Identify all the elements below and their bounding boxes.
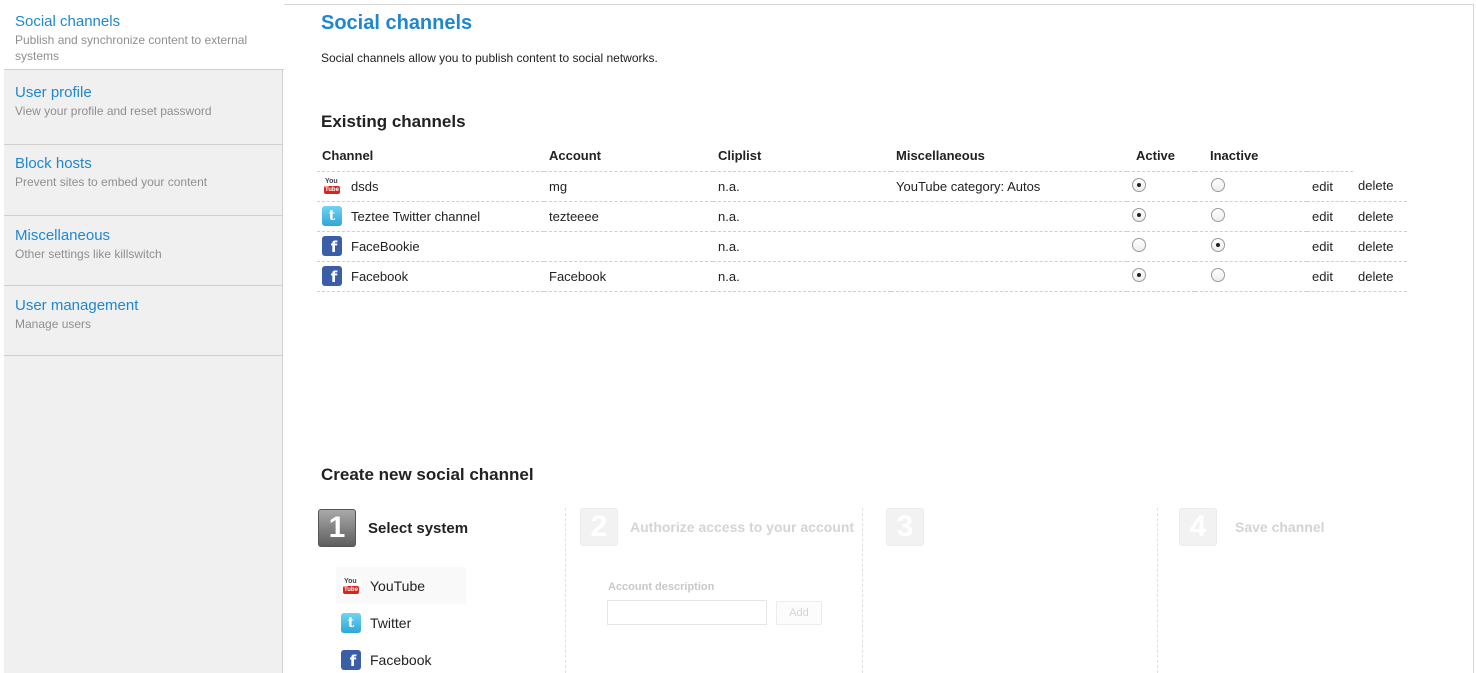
sidebar-item-title: Social channels [15, 13, 121, 30]
system-list: You Tube YouTube t Twitter f Facebook [336, 567, 466, 673]
system-option-youtube[interactable]: You Tube YouTube [336, 567, 466, 604]
sidebar-item-title: User profile [15, 84, 92, 101]
column-header: Miscellaneous [891, 140, 1127, 172]
step-3: 3 [886, 508, 936, 546]
misc-cell: YouTube category: Autos [891, 171, 1127, 202]
step-divider [565, 508, 566, 673]
edit-link[interactable]: edit [1312, 269, 1333, 284]
system-option-facebook[interactable]: f Facebook [336, 641, 466, 673]
cliplist-cell: n.a. [713, 231, 891, 262]
channel-name: FaceBookie [351, 238, 420, 254]
youtube-icon: You Tube [322, 176, 342, 196]
facebook-icon: f [341, 649, 361, 670]
account-cell [544, 231, 713, 262]
sidebar-item-desc: Publish and synchronize content to exter… [15, 33, 248, 63]
system-label: YouTube [370, 577, 426, 594]
column-header: Inactive [1195, 140, 1307, 172]
inactive-radio[interactable] [1211, 237, 1225, 252]
step-label: Authorize access to your account [630, 519, 855, 535]
step-label: Save channel [1235, 519, 1325, 535]
add-button[interactable]: Add [776, 601, 822, 625]
sidebar-item-user-management[interactable]: User management Manage users [4, 286, 283, 356]
active-radio[interactable] [1132, 267, 1146, 282]
cliplist-cell: n.a. [713, 171, 891, 202]
step-divider [1157, 508, 1158, 673]
column-header-empty [1353, 140, 1407, 171]
column-header: Channel [317, 140, 544, 172]
youtube-icon: You Tube [341, 575, 361, 596]
cliplist-cell: n.a. [713, 261, 891, 292]
sidebar-item-title: User management [15, 297, 139, 314]
misc-cell [891, 261, 1127, 292]
step-select-system: 1 Select system [318, 509, 468, 547]
table-header-row: Channel Account Cliplist Miscellaneous A… [317, 140, 1407, 172]
system-label: Twitter [370, 614, 412, 631]
sidebar-item-desc: Other settings like killswitch [15, 247, 162, 261]
channels-table: Channel Account Cliplist Miscellaneous A… [317, 140, 1407, 292]
sidebar: Social channels Publish and synchronize … [4, 4, 284, 673]
column-header: Cliplist [713, 140, 891, 172]
table-row: f Facebook Facebook n.a. edit delete [317, 261, 1407, 292]
edit-link[interactable]: edit [1312, 239, 1333, 254]
misc-cell [891, 231, 1127, 262]
delete-link[interactable]: delete [1358, 178, 1393, 193]
active-radio[interactable] [1132, 207, 1146, 222]
inactive-radio[interactable] [1211, 267, 1225, 282]
create-channel-heading: Create new social channel [321, 465, 534, 484]
column-header-empty [1307, 140, 1353, 172]
sidebar-item-desc: View your profile and reset password [15, 104, 212, 118]
account-cell: Facebook [544, 261, 713, 292]
facebook-icon: f [322, 236, 342, 256]
account-cell: mg [544, 171, 713, 202]
column-header: Account [544, 140, 713, 172]
step-number: 3 [886, 508, 924, 546]
inactive-radio[interactable] [1211, 177, 1225, 192]
channel-name: Teztee Twitter channel [351, 208, 481, 224]
existing-channels-heading: Existing channels [321, 112, 466, 131]
channel-name: dsds [351, 178, 379, 194]
misc-cell [891, 201, 1127, 232]
sidebar-item-desc: Prevent sites to embed your content [15, 175, 208, 189]
channel-name: Facebook [351, 268, 409, 284]
sidebar-item-social-channels[interactable]: Social channels Publish and synchronize … [4, 4, 284, 70]
page-title: Social channels [321, 12, 473, 34]
sidebar-item-miscellaneous[interactable]: Miscellaneous Other settings like killsw… [4, 216, 283, 286]
column-header: Active [1127, 140, 1195, 172]
account-description-label: Account description [608, 581, 715, 593]
active-radio[interactable] [1132, 237, 1146, 252]
twitter-icon: t [341, 612, 361, 633]
account-description-input[interactable] [607, 600, 767, 625]
delete-link[interactable]: delete [1358, 269, 1393, 284]
step-label: Select system [368, 519, 469, 537]
cliplist-cell: n.a. [713, 201, 891, 232]
system-option-twitter[interactable]: t Twitter [336, 604, 466, 641]
step-number: 1 [318, 509, 356, 547]
sidebar-item-title: Miscellaneous [15, 227, 111, 244]
sidebar-item-user-profile[interactable]: User profile View your profile and reset… [4, 70, 283, 145]
account-cell: tezteeee [544, 201, 713, 232]
inactive-radio[interactable] [1211, 207, 1225, 222]
table-row: t Teztee Twitter channel tezteeee n.a. ed… [317, 201, 1407, 232]
system-label: Facebook [370, 651, 432, 668]
table-row: You Tube dsds mg n.a. YouTube category: Au… [317, 171, 1407, 202]
facebook-icon: f [322, 266, 342, 286]
step-number: 2 [580, 508, 618, 546]
delete-link[interactable]: delete [1358, 209, 1393, 224]
edit-link[interactable]: edit [1312, 179, 1333, 194]
step-number: 4 [1179, 508, 1217, 546]
sidebar-item-desc: Manage users [15, 317, 92, 331]
step-divider [862, 508, 863, 673]
active-radio[interactable] [1132, 177, 1146, 192]
page-intro: Social channels allow you to publish con… [321, 51, 658, 65]
table-row: f FaceBookie n.a. edit delete [317, 231, 1407, 262]
step-save-channel: 4 Save channel [1179, 508, 1325, 546]
delete-link[interactable]: delete [1358, 239, 1393, 254]
sidebar-item-block-hosts[interactable]: Block hosts Prevent sites to embed your … [4, 145, 283, 216]
edit-link[interactable]: edit [1312, 209, 1333, 224]
sidebar-item-title: Block hosts [15, 155, 92, 172]
step-authorize: 2 Authorize access to your account [580, 508, 854, 546]
twitter-icon: t [322, 206, 342, 226]
